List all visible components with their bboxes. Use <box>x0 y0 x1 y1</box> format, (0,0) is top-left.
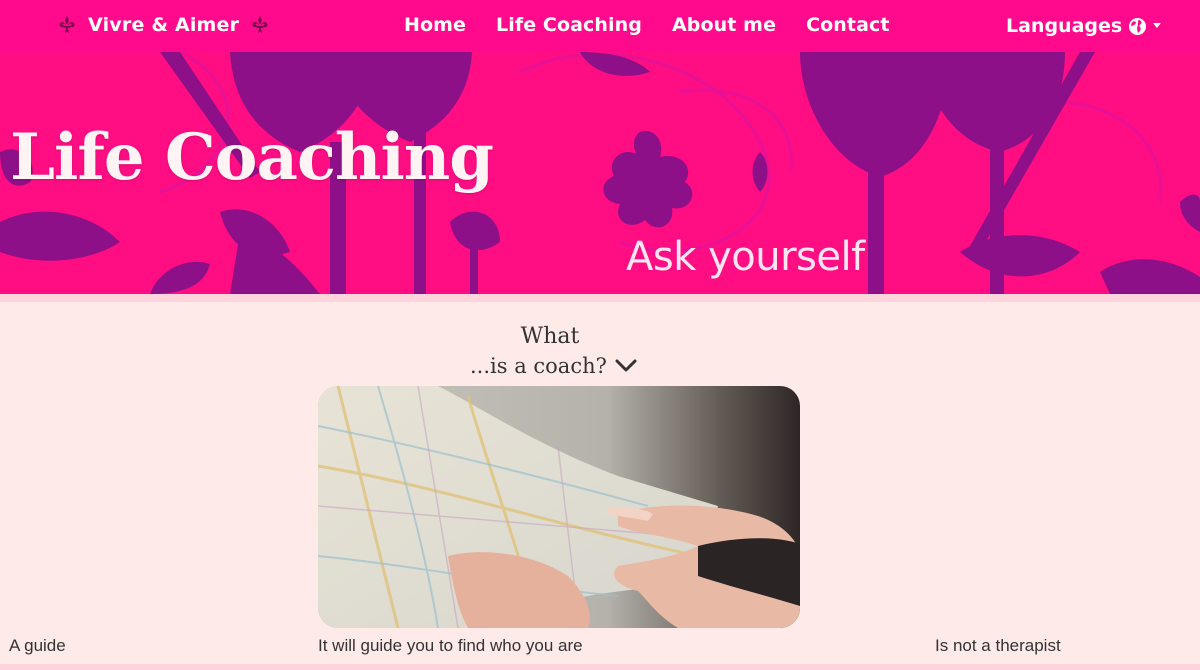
languages-label: Languages <box>1006 15 1123 37</box>
caption-not-therapist: Is not a therapist <box>935 636 1061 655</box>
map-photo-illustration <box>318 386 800 628</box>
languages-dropdown[interactable]: Languages <box>1006 12 1162 40</box>
nav-link-life-coaching[interactable]: Life Coaching <box>496 14 642 36</box>
fleur-de-lis-icon <box>59 15 75 34</box>
globe-icon <box>1129 17 1147 35</box>
section-heading-what: What <box>520 324 580 349</box>
hero-subtitle: Ask yourself <box>626 234 865 280</box>
hero-title: Life Coaching <box>10 120 494 195</box>
nav-links: Home Life Coaching About me Contact <box>404 10 890 40</box>
section-heading-coach[interactable]: ...is a coach? <box>470 352 637 380</box>
caption-guide: A guide <box>9 636 66 655</box>
map-in-hands-photo <box>318 386 800 628</box>
brand-link[interactable]: Vivre & Aimer <box>56 10 271 40</box>
hero-banner: Life Coaching Ask yourself <box>0 52 1200 294</box>
caption-find-who-you-are: It will guide you to find who you are <box>318 636 583 655</box>
fleur-de-lis-icon <box>252 15 268 34</box>
brand-name: Vivre & Aimer <box>88 14 240 36</box>
chevron-down-icon[interactable] <box>615 359 637 373</box>
bottom-divider <box>0 664 1200 670</box>
section-heading-coach-text: ...is a coach? <box>470 354 607 378</box>
nav-link-home[interactable]: Home <box>404 14 466 36</box>
nav-link-about-me[interactable]: About me <box>672 14 776 36</box>
top-navbar: Vivre & Aimer Home Life Coaching About m… <box>0 0 1200 52</box>
nav-link-contact[interactable]: Contact <box>806 14 889 36</box>
caret-down-icon <box>1153 23 1162 28</box>
hero-divider <box>0 294 1200 302</box>
